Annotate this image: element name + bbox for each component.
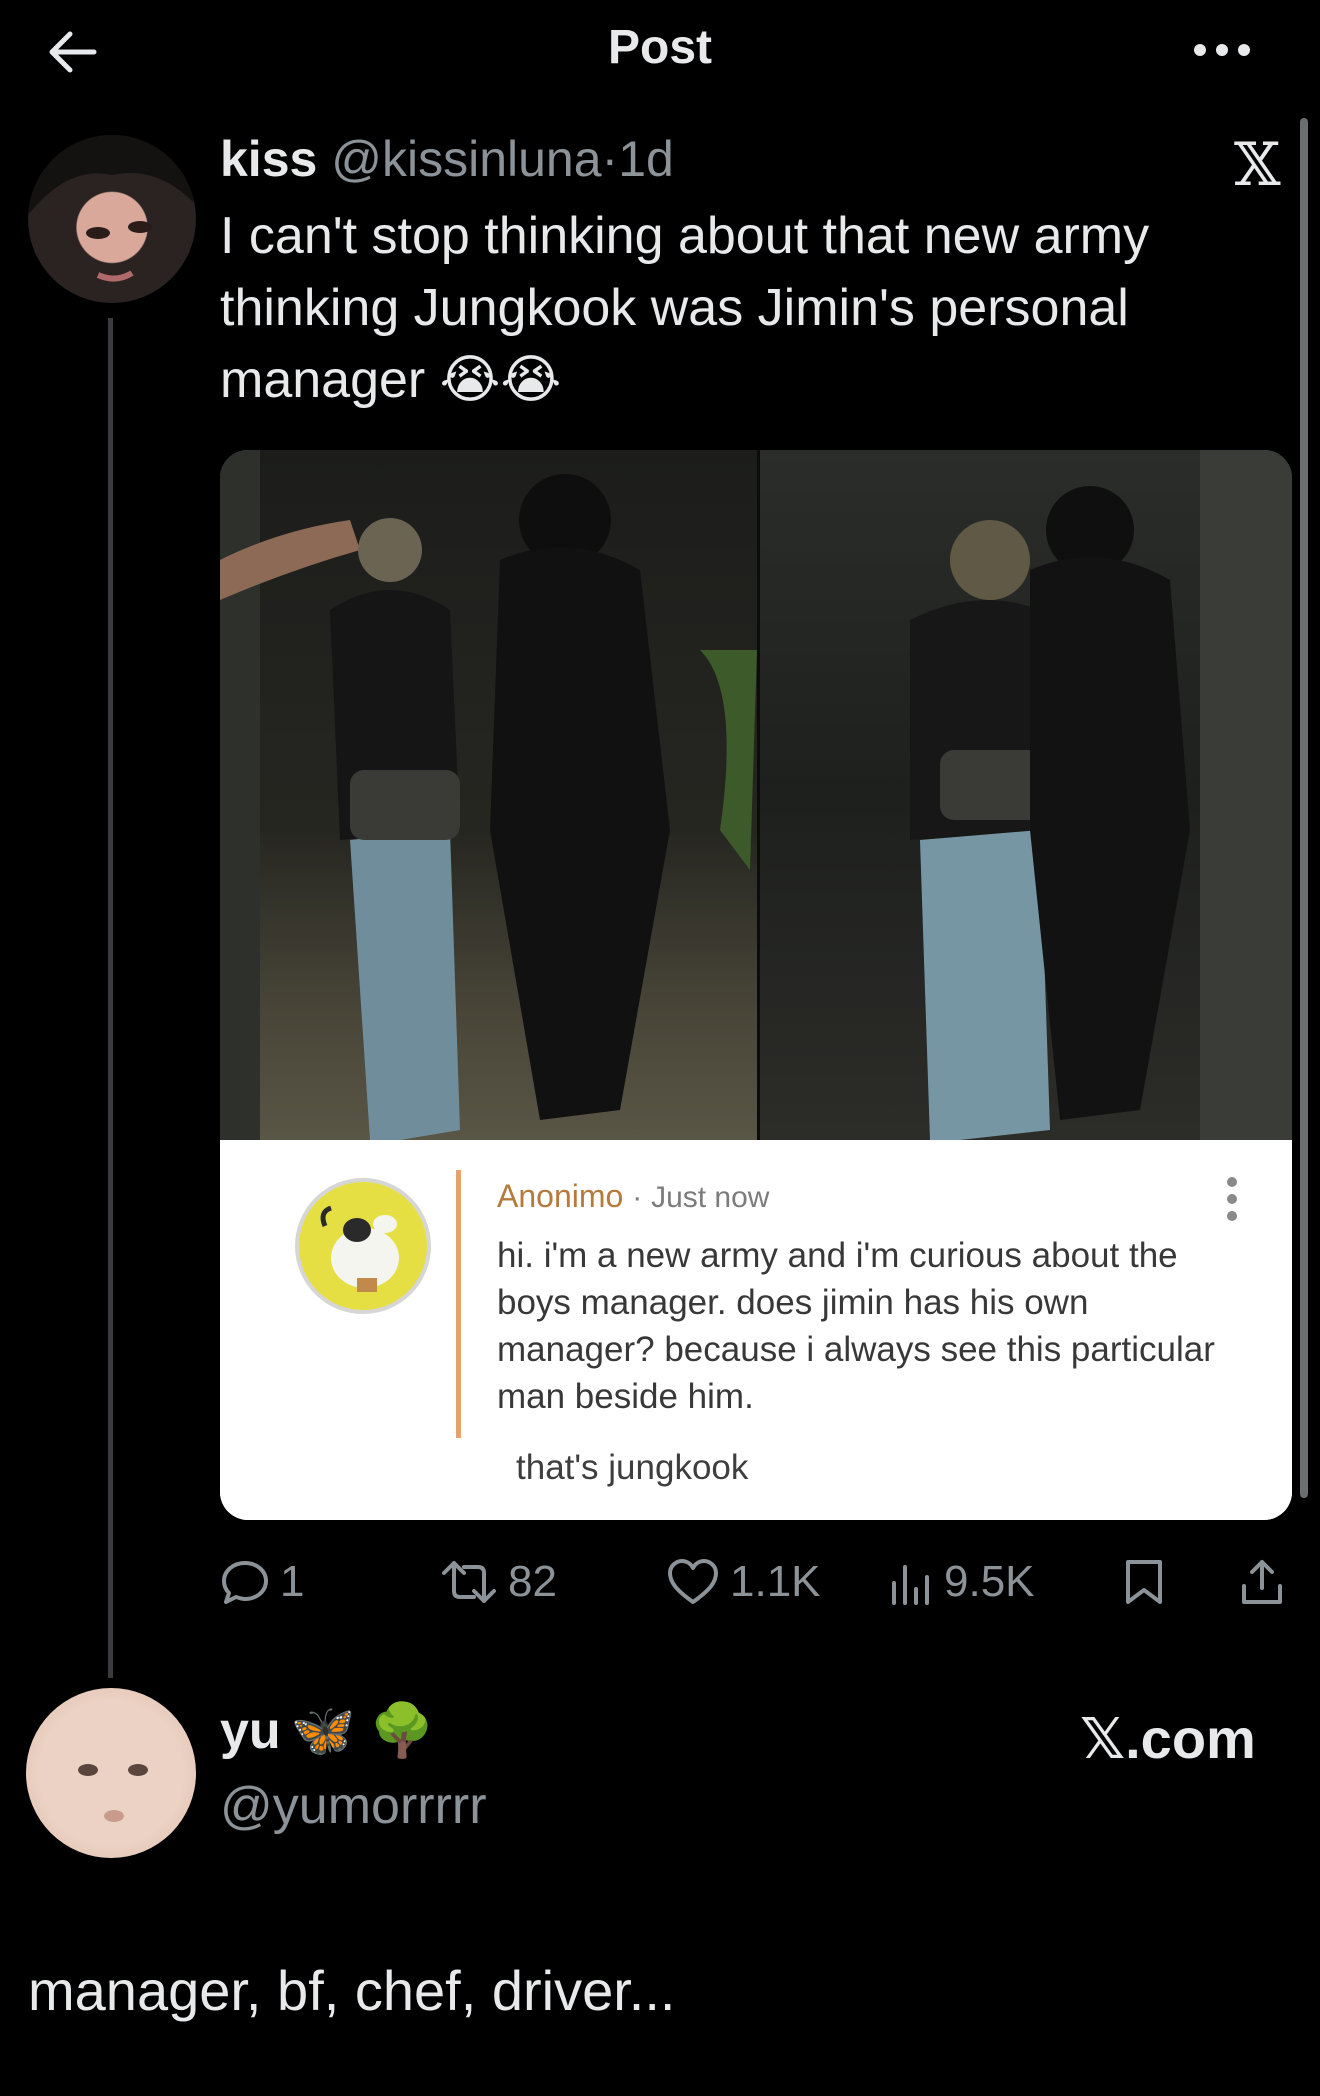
thread-connector-line <box>108 318 113 1678</box>
scrollbar[interactable] <box>1300 118 1308 1498</box>
x-logo-icon: 𝕏 <box>1234 130 1281 200</box>
card-separator: · <box>632 1181 643 1214</box>
page-title: Post <box>607 21 712 74</box>
card-header: Anonimo · Just now <box>497 1178 769 1215</box>
card-time: Just now <box>651 1181 770 1214</box>
card-author: Anonimo <box>497 1178 624 1214</box>
vertical-dots-icon <box>1220 1174 1244 1224</box>
butterfly-tree-emoji: 🦋 🌳 <box>290 1702 435 1760</box>
photo-left <box>220 450 757 1140</box>
reply-avatar[interactable] <box>26 1688 196 1858</box>
card-reply-text: that's jungkook <box>516 1448 749 1487</box>
view-count: 9.5K <box>944 1557 1035 1606</box>
source-badge: 𝕏.com <box>1080 1707 1256 1770</box>
embedded-question-card: Anonimo · Just now hi. i'm a new army an… <box>220 1140 1292 1520</box>
reply-author-handle[interactable]: @yumorrrrr <box>220 1776 487 1836</box>
share-icon <box>1242 1560 1282 1604</box>
author-handle[interactable]: @kissinluna <box>331 131 601 187</box>
reply-button[interactable]: 1 <box>220 1552 304 1612</box>
reply-text: manager, bf, chef, driver... <box>28 1959 676 2022</box>
card-question-text: hi. i'm a new army and i'm curious about… <box>497 1236 1215 1416</box>
reply-display-name: yu <box>220 1701 281 1760</box>
photo-collage <box>220 450 1292 1140</box>
separator-dot: · <box>601 131 619 187</box>
share-button[interactable] <box>1240 1552 1294 1612</box>
heart-icon <box>668 1559 718 1604</box>
comment-icon <box>222 1561 268 1604</box>
card-avatar <box>295 1178 431 1314</box>
bookmark-icon <box>1126 1560 1162 1604</box>
reply-count: 1 <box>280 1557 305 1606</box>
like-count: 1.1K <box>730 1557 821 1606</box>
more-horizontal-icon <box>1194 44 1250 56</box>
card-accent-bar <box>456 1170 461 1438</box>
repost-button[interactable]: 82 <box>440 1552 557 1612</box>
reply-author-name[interactable]: yu 🦋 🌳 <box>220 1700 435 1761</box>
tweet-header: kiss @kissinluna·1d <box>220 128 674 190</box>
analytics-icon <box>892 1565 929 1605</box>
avatar[interactable] <box>28 135 196 303</box>
tweet-text: I can't stop thinking about that new arm… <box>220 207 1150 409</box>
views-button[interactable]: 9.5K <box>890 1552 1035 1612</box>
more-options-button[interactable] <box>1182 24 1262 76</box>
repost-icon <box>442 1561 496 1603</box>
bookmark-button[interactable] <box>1124 1552 1174 1612</box>
tweet-media[interactable]: Anonimo · Just now hi. i'm a new army an… <box>220 450 1292 1520</box>
author-name[interactable]: kiss <box>220 131 317 187</box>
post-time[interactable]: 1d <box>618 131 674 187</box>
like-button[interactable]: 1.1K <box>666 1552 821 1612</box>
repost-count: 82 <box>508 1557 557 1606</box>
photo-right <box>760 450 1292 1140</box>
